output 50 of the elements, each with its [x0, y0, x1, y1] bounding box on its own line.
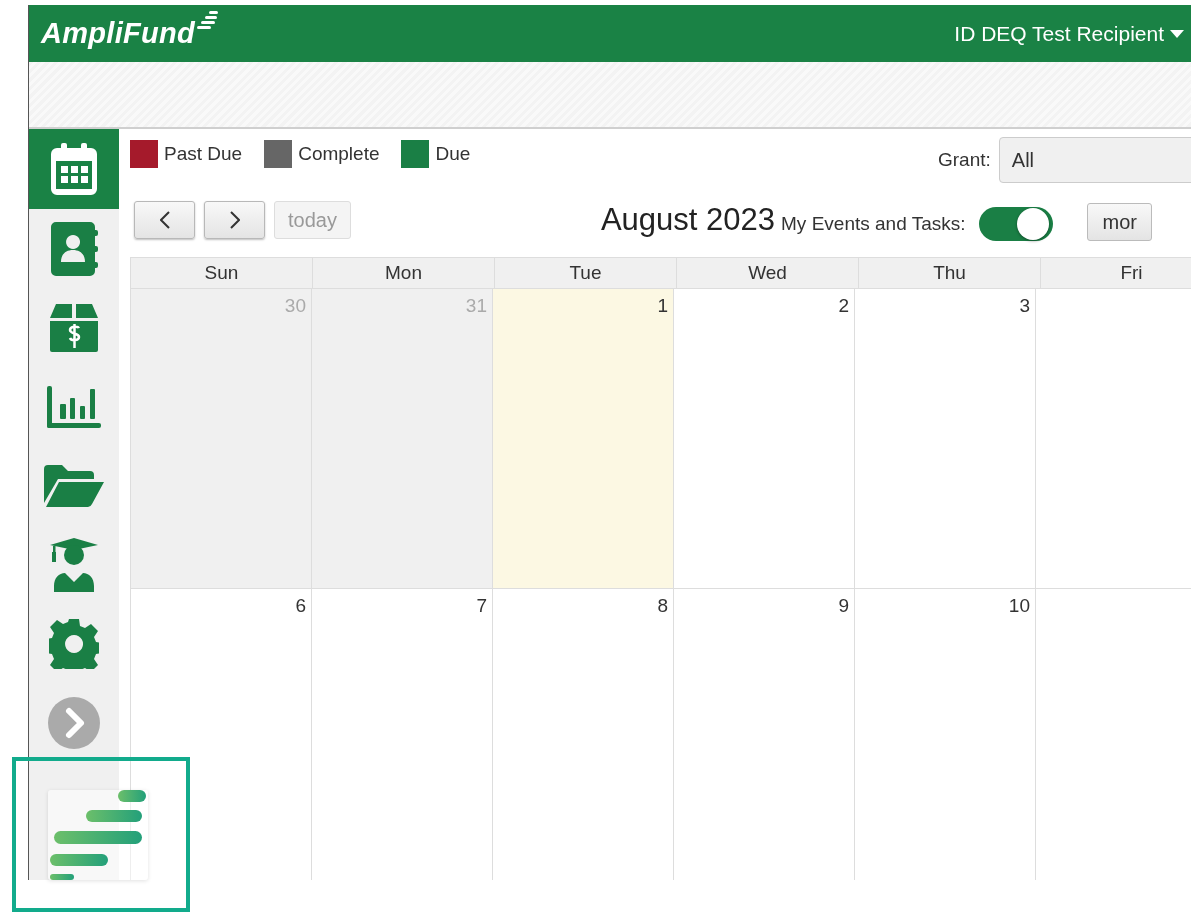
sidebar-item[interactable]: [29, 129, 119, 209]
chevron-left-icon: [159, 211, 170, 229]
settings-icon: [49, 618, 99, 669]
day-number: 6: [295, 595, 306, 617]
events-toggle[interactable]: [979, 207, 1054, 241]
calendar-icon: [51, 143, 97, 195]
weekday-header: Mon: [313, 258, 495, 289]
chevron-right-icon: [48, 696, 100, 749]
day-cell[interactable]: 7: [312, 589, 493, 880]
day-cell[interactable]: 10: [855, 589, 1036, 880]
month-title: August 2023: [600, 202, 776, 238]
graduate-icon: [50, 537, 98, 592]
legend-label: Complete: [298, 143, 380, 165]
grant-select[interactable]: All: [998, 137, 1191, 183]
floating-widget[interactable]: [48, 790, 148, 880]
app-logo[interactable]: AmpliFund: [41, 17, 196, 50]
day-number: 7: [476, 595, 487, 617]
day-cell[interactable]: 3: [855, 289, 1036, 589]
weekday-header: Tue: [495, 258, 677, 289]
toggle-label: My Events and Tasks:: [781, 213, 966, 235]
weekday-header: Fri: [1041, 258, 1191, 289]
legend-label: Past Due: [164, 143, 243, 165]
day-number: 1: [657, 295, 668, 317]
day-number: 31: [465, 295, 487, 317]
grant-label: Grant:: [938, 149, 991, 171]
bar-chart-icon: [47, 385, 101, 428]
weekday-header: Wed: [677, 258, 859, 289]
day-number: 9: [838, 595, 849, 617]
account-menu[interactable]: ID DEQ Test Recipient: [954, 21, 1191, 46]
weekday-header: Sun: [131, 258, 313, 289]
day-number: 2: [838, 295, 849, 317]
day-cell[interactable]: 1: [493, 289, 674, 589]
day-cell[interactable]: 2: [674, 289, 855, 589]
previous-button[interactable]: [134, 201, 195, 239]
stripes-logo-icon: [48, 790, 148, 880]
day-cell[interactable]: 8: [493, 589, 674, 880]
day-number: 30: [284, 295, 306, 317]
folder-icon: [44, 464, 104, 507]
legend-label: Due: [435, 143, 471, 165]
day-number: 3: [1019, 295, 1030, 317]
day-cell[interactable]: 9: [674, 589, 855, 880]
view-button[interactable]: mor: [1087, 203, 1152, 241]
weekday-header: Thu: [859, 258, 1041, 289]
caret-icon: [1170, 29, 1184, 38]
contact-book-icon: [50, 221, 98, 276]
chevron-right-icon: [229, 211, 240, 229]
next-button[interactable]: [204, 201, 265, 239]
day-number: 8: [657, 595, 668, 617]
box-dollar-icon: [50, 303, 98, 352]
day-number: 10: [1008, 595, 1030, 617]
